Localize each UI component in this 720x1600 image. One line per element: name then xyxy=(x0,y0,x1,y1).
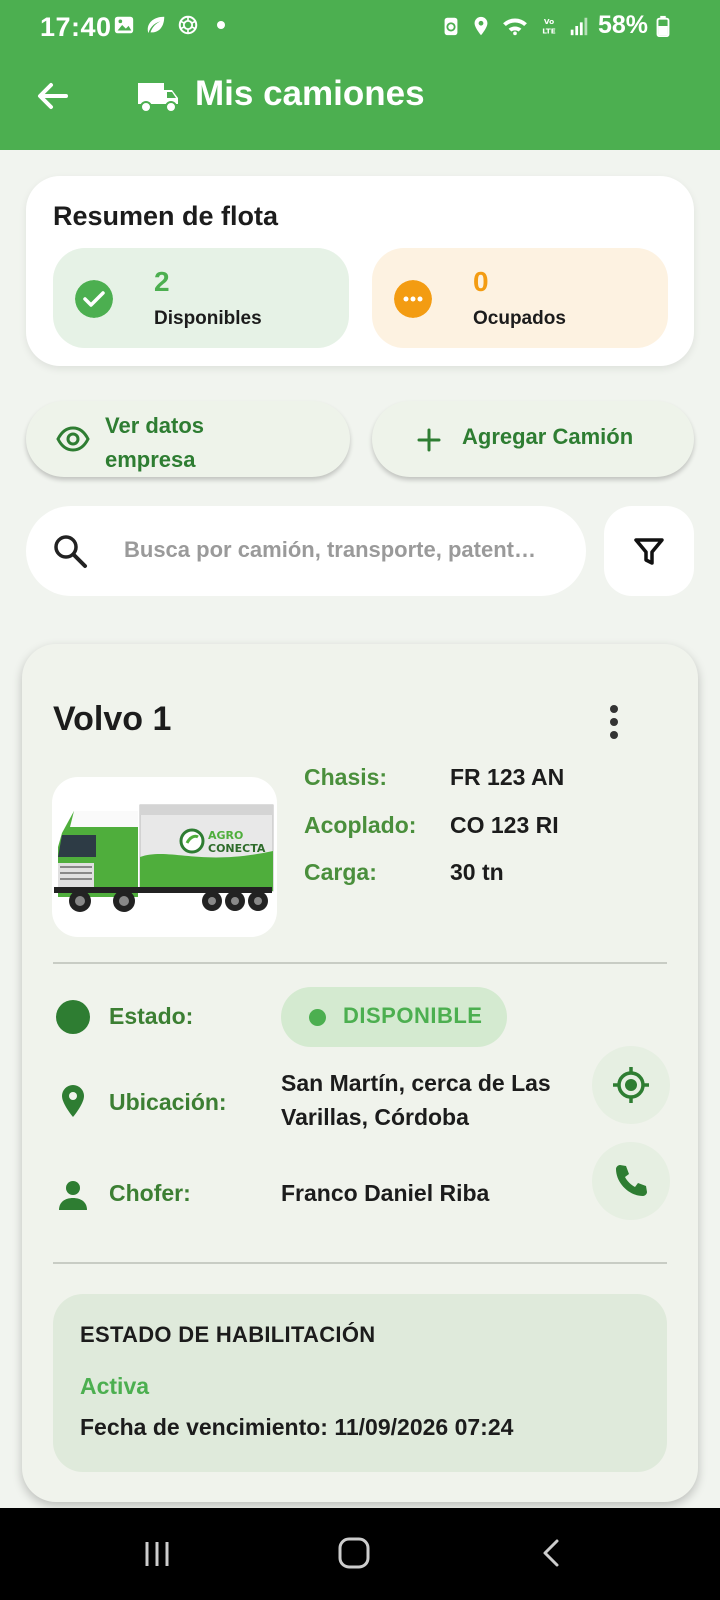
call-driver-button[interactable] xyxy=(592,1142,670,1220)
status-badge: DISPONIBLE xyxy=(281,987,507,1047)
busy-count: 0 xyxy=(473,266,489,297)
chassis-label: Chasis: xyxy=(304,764,388,790)
add-truck-button[interactable]: Agregar Camión xyxy=(372,401,694,477)
check-circle-icon xyxy=(75,280,113,318)
svg-text:Vo: Vo xyxy=(544,17,554,26)
truck-icon xyxy=(138,83,178,113)
search-input[interactable]: Busca por camión, transporte, patent… xyxy=(26,506,586,596)
more-vert-icon[interactable] xyxy=(608,704,620,740)
driver-value: Franco Daniel Riba xyxy=(281,1180,490,1206)
plus-icon xyxy=(417,428,441,452)
more-circle-icon xyxy=(394,280,432,318)
available-count: 2 xyxy=(154,266,170,297)
status-dot-icon xyxy=(56,1000,90,1034)
truck-illustration: AGRO CONECTA xyxy=(54,804,274,912)
app-bar: 17:40 Vo LTE 58% Mis camiones xyxy=(0,0,720,150)
view-company-button[interactable]: Ver datos empresa xyxy=(26,401,350,477)
wifi-icon xyxy=(503,18,527,35)
summary-title: Resumen de flota xyxy=(53,201,279,231)
chassis-value: FR 123 AN xyxy=(450,764,565,790)
view-company-label: Ver datos empresa xyxy=(105,413,205,472)
driver-label: Chofer: xyxy=(109,1180,191,1206)
search-placeholder: Busca por camión, transporte, patent… xyxy=(124,537,536,562)
battery-icon xyxy=(656,15,670,37)
search-icon xyxy=(54,535,87,568)
load-label: Carga: xyxy=(304,859,377,885)
svg-text:LTE: LTE xyxy=(542,26,555,35)
busy-label: Ocupados xyxy=(473,308,566,329)
system-nav-bar xyxy=(0,1508,720,1600)
location-label: Ubicación: xyxy=(109,1089,227,1115)
back-icon[interactable] xyxy=(540,1538,562,1568)
person-icon xyxy=(59,1181,87,1210)
locate-button[interactable] xyxy=(592,1046,670,1124)
habilitacion-title: ESTADO DE HABILITACIÓN xyxy=(80,1322,376,1347)
location-pin-icon xyxy=(62,1085,84,1117)
gps-target-icon xyxy=(613,1067,649,1103)
available-stat[interactable]: 2 Disponibles xyxy=(53,248,349,348)
status-time: 17:40 xyxy=(40,12,112,42)
eye-icon xyxy=(56,426,90,452)
gallery-icon xyxy=(114,16,134,34)
home-icon[interactable] xyxy=(337,1536,371,1570)
location-icon xyxy=(474,16,488,35)
leaf-icon xyxy=(147,16,165,33)
truck-logo-line2: CONECTA xyxy=(208,842,266,855)
truck-image: AGRO CONECTA xyxy=(52,777,277,937)
filter-button[interactable] xyxy=(604,506,694,596)
location-value: San Martín, cerca de Las Varillas, Córdo… xyxy=(281,1070,551,1130)
openai-icon xyxy=(178,15,198,35)
status-badge-dot xyxy=(309,1009,326,1026)
divider xyxy=(53,1262,667,1264)
habilitacion-expiry: Fecha de vencimiento: 11/09/2026 07:24 xyxy=(80,1414,514,1440)
status-label: Estado: xyxy=(109,1003,194,1029)
filter-icon xyxy=(634,538,664,565)
battery-saver-icon xyxy=(444,17,458,35)
trailer-label: Acoplado: xyxy=(304,812,417,838)
status-bar: 17:40 Vo LTE 58% xyxy=(0,0,720,54)
truck-name: Volvo 1 xyxy=(53,700,172,738)
back-arrow-icon[interactable] xyxy=(32,76,72,116)
busy-stat[interactable]: 0 Ocupados xyxy=(372,248,668,348)
status-badge-text: DISPONIBLE xyxy=(343,1003,483,1028)
habilitacion-panel: ESTADO DE HABILITACIÓN Activa Fecha de v… xyxy=(53,1294,667,1472)
trailer-value: CO 123 RI xyxy=(450,812,559,838)
available-label: Disponibles xyxy=(154,308,262,329)
page-title: Mis camiones xyxy=(195,74,425,113)
signal-icon xyxy=(570,17,588,35)
phone-icon xyxy=(616,1165,647,1196)
load-value: 30 tn xyxy=(450,859,504,885)
truck-logo-line1: AGRO xyxy=(208,829,243,842)
battery-percent: 58% xyxy=(597,11,648,39)
truck-card[interactable]: Volvo 1 AGRO CONECTA Chasis: FR 123 AN A… xyxy=(22,644,698,1502)
habilitacion-state: Activa xyxy=(80,1373,150,1399)
notification-dot xyxy=(217,21,225,29)
add-truck-label: Agregar Camión xyxy=(462,424,634,449)
volte-icon: VoLTE xyxy=(542,17,555,35)
divider xyxy=(53,962,667,964)
recent-apps-icon[interactable] xyxy=(143,1540,171,1568)
fleet-summary-card: Resumen de flota 2 Disponibles 0 Ocupado… xyxy=(26,176,694,366)
